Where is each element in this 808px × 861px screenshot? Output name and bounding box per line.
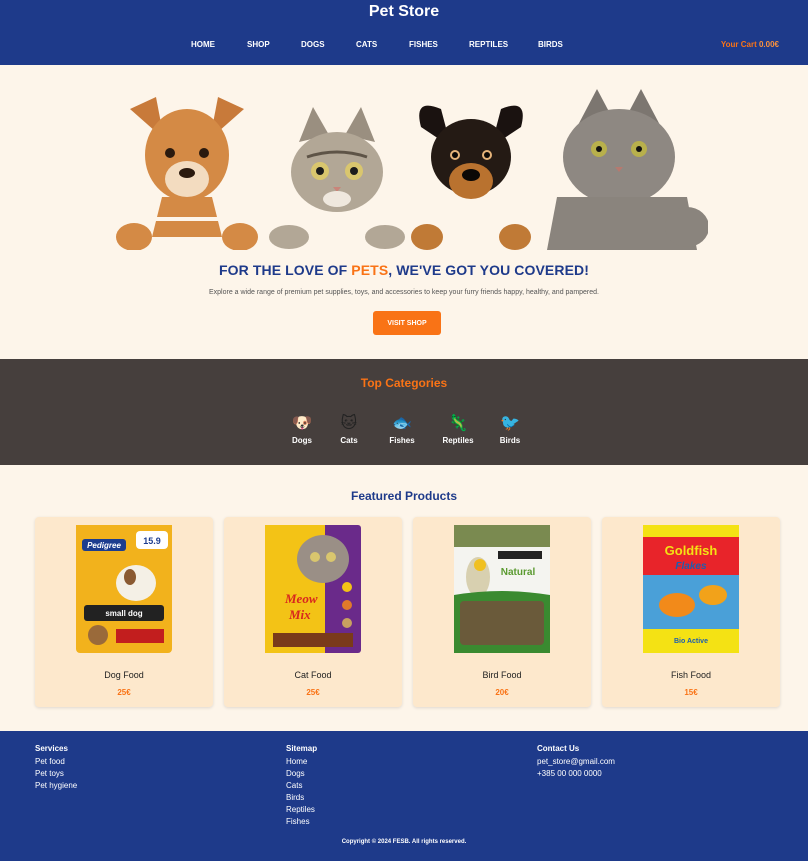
- footer-heading: Contact Us: [537, 744, 580, 753]
- nav-reptiles[interactable]: REPTILES: [469, 40, 508, 49]
- product-name: Cat Food: [294, 670, 332, 680]
- footer-link[interactable]: Cats: [286, 780, 317, 792]
- product-card-bird-food[interactable]: Natural Bird Food 20€: [413, 517, 591, 707]
- footer-contact: Contact Us pet_store@gmail.com +385 00 0…: [537, 744, 615, 780]
- footer-heading: Sitemap: [286, 744, 318, 753]
- footer-link[interactable]: Birds: [286, 792, 317, 804]
- svg-text:Pedigree: Pedigree: [87, 541, 121, 550]
- grey-cat-image: [547, 89, 708, 250]
- category-birds[interactable]: 🐦 Birds: [488, 414, 532, 445]
- svg-text:Meow: Meow: [284, 591, 318, 606]
- black-tan-puppy-image: [411, 105, 531, 250]
- visit-shop-button[interactable]: VISIT SHOP: [373, 311, 441, 335]
- site-brand[interactable]: Pet Store: [0, 3, 808, 21]
- footer-link[interactable]: Pet food: [35, 756, 77, 768]
- product-card-cat-food[interactable]: Meow Mix Cat Food 25€: [224, 517, 402, 707]
- svg-text:Flakes: Flakes: [675, 561, 707, 572]
- nav-dogs[interactable]: DOGS: [301, 40, 325, 49]
- product-price: 25€: [117, 688, 131, 697]
- footer-link[interactable]: Reptiles: [286, 804, 317, 816]
- featured-products-section: Featured Products Pedigree 15.9 small do…: [0, 465, 808, 731]
- footer-link[interactable]: Pet toys: [35, 768, 77, 780]
- svg-text:15.9: 15.9: [143, 536, 161, 546]
- hero-section: FOR THE LOVE OF PETS, WE'VE GOT YOU COVE…: [0, 65, 808, 359]
- category-reptiles[interactable]: 🦎 Reptiles: [436, 414, 480, 445]
- bird-seed-bag-image: Natural: [454, 525, 550, 653]
- headline-post: , WE'VE GOT YOU COVERED!: [388, 262, 589, 278]
- cart-link[interactable]: Your Cart 0.00€: [721, 40, 779, 49]
- nav-shop[interactable]: SHOP: [247, 40, 270, 49]
- lizard-icon: 🦎: [448, 415, 468, 432]
- category-cats[interactable]: 🐱 Cats: [327, 414, 371, 445]
- svg-text:small dog: small dog: [105, 609, 142, 618]
- top-categories-section: Top Categories 🐶 Dogs 🐱 Cats 🐟 Fishes 🦎 …: [0, 359, 808, 465]
- footer-link[interactable]: Home: [286, 756, 317, 768]
- categories-title: Top Categories: [360, 376, 448, 390]
- category-label: Reptiles: [442, 436, 474, 445]
- footer-link[interactable]: Dogs: [286, 768, 317, 780]
- main-nav: HOME SHOP DOGS CATS FISHES REPTILES BIRD…: [0, 40, 808, 52]
- site-header: Pet Store HOME SHOP DOGS CATS FISHES REP…: [0, 0, 808, 65]
- category-label: Dogs: [292, 436, 312, 445]
- svg-text:Goldfish: Goldfish: [665, 543, 718, 558]
- featured-title: Featured Products: [350, 489, 458, 503]
- product-price: 25€: [306, 688, 320, 697]
- fish-icon: 🐟: [392, 415, 412, 432]
- footer-link[interactable]: Pet hygiene: [35, 780, 77, 792]
- category-label: Fishes: [389, 436, 415, 445]
- category-label: Birds: [499, 436, 521, 445]
- contact-email[interactable]: pet_store@gmail.com: [537, 756, 615, 768]
- product-price: 20€: [495, 688, 509, 697]
- tan-puppy-image: [112, 97, 262, 250]
- nav-home[interactable]: HOME: [191, 40, 215, 49]
- contact-phone: +385 00 000 0000: [537, 769, 602, 778]
- footer-link[interactable]: Fishes: [286, 816, 317, 828]
- site-footer: Services Pet food Pet toys Pet hygiene S…: [0, 731, 808, 861]
- svg-text:Bio Active: Bio Active: [674, 638, 708, 645]
- cat-icon: 🐱: [340, 415, 358, 432]
- hero-pets-image: [112, 87, 708, 250]
- bird-icon: 🐦: [500, 415, 520, 432]
- product-price: 15€: [684, 688, 698, 697]
- tabby-cat-image: [269, 107, 405, 249]
- svg-text:Natural: Natural: [501, 567, 536, 578]
- goldfish-flakes-box-image: Goldfish Flakes Bio Active: [643, 525, 739, 653]
- category-fishes[interactable]: 🐟 Fishes: [380, 414, 424, 445]
- svg-text:Mix: Mix: [288, 607, 311, 622]
- product-name: Dog Food: [104, 670, 144, 680]
- headline-accent: PETS: [351, 262, 389, 278]
- nav-cats[interactable]: CATS: [356, 40, 377, 49]
- cart-total: 0.00€: [758, 40, 779, 49]
- meow-mix-bag-image: Meow Mix: [265, 525, 361, 653]
- product-card-dog-food[interactable]: Pedigree 15.9 small dog Dog Food 25€: [35, 517, 213, 707]
- footer-heading: Services: [35, 744, 68, 753]
- hero-tagline: Explore a wide range of premium pet supp…: [208, 289, 599, 296]
- dog-icon: 🐶: [292, 415, 312, 432]
- footer-services: Services Pet food Pet toys Pet hygiene: [35, 744, 77, 792]
- category-label: Cats: [340, 436, 358, 445]
- product-card-fish-food[interactable]: Goldfish Flakes Bio Active Fish Food 15€: [602, 517, 780, 707]
- copyright: Copyright © 2024 FESB. All rights reserv…: [341, 839, 467, 845]
- headline-pre: FOR THE LOVE OF: [219, 262, 352, 278]
- cart-label: Your Cart: [720, 40, 757, 49]
- footer-sitemap: Sitemap Home Dogs Cats Birds Reptiles Fi…: [286, 744, 317, 828]
- hero-headline: FOR THE LOVE OF PETS, WE'VE GOT YOU COVE…: [0, 262, 808, 278]
- nav-birds[interactable]: BIRDS: [538, 40, 563, 49]
- pedigree-bag-image: Pedigree 15.9 small dog: [76, 525, 172, 653]
- nav-fishes[interactable]: FISHES: [409, 40, 438, 49]
- category-dogs[interactable]: 🐶 Dogs: [280, 414, 324, 445]
- product-name: Bird Food: [482, 670, 522, 680]
- product-name: Fish Food: [670, 670, 712, 680]
